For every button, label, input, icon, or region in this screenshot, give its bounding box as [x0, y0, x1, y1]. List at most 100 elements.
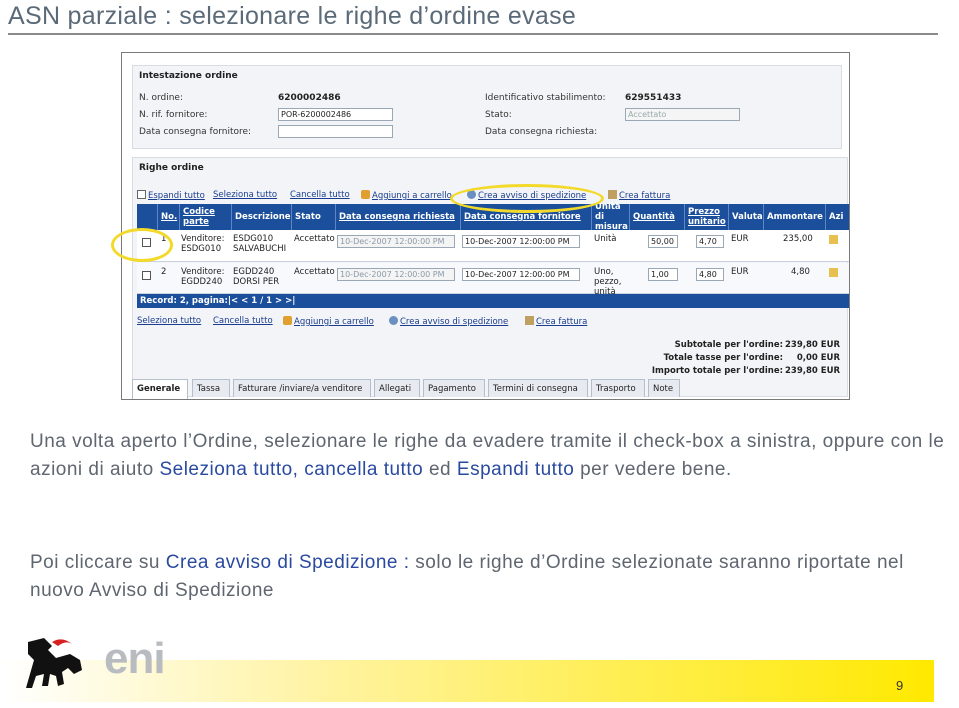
cart-icon — [283, 316, 292, 325]
site-id-label: Identificativo stabilimento: — [485, 93, 606, 103]
order-header-title: Intestazione ordine — [139, 71, 238, 81]
col-part-code[interactable]: Codice parte — [179, 204, 231, 230]
title-divider — [8, 33, 938, 35]
slide-footer: eni 9 — [4, 632, 934, 704]
clear-all-link[interactable]: Cancella tutto — [290, 190, 350, 200]
order-screenshot: Intestazione ordine N. ordine: 620000248… — [121, 52, 850, 400]
tax-value: 0,00 EUR — [796, 353, 840, 363]
row-supplier-date-input[interactable]: 10-Dec-2007 12:00:00 PM — [462, 235, 580, 248]
tax-label: Totale tasse per l'ordine: — [663, 353, 783, 363]
detail-tabs: Generale Tassa Fatturare /inviare/a vend… — [132, 379, 842, 399]
site-id-value: 629551433 — [625, 93, 682, 103]
table-row: 2 Venditore: EGDD240 EGDD240 DORSI PER A… — [137, 263, 849, 297]
order-lines-panel: Righe ordine Espandi tutto Seleziona tut… — [132, 157, 849, 397]
create-invoice-label-bottom: Crea fattura — [536, 317, 588, 327]
shipment-icon — [389, 316, 398, 325]
total-value: 239,80 EUR — [785, 366, 841, 376]
row-qty-input[interactable]: 50,00 — [648, 235, 678, 248]
create-asn-label-bottom: Crea avviso di spedizione — [400, 317, 509, 327]
state-label: Stato: — [485, 110, 512, 120]
row-amount: 4,80 — [791, 267, 810, 277]
select-all-link[interactable]: Seleziona tutto — [213, 190, 277, 200]
checkbox-icon — [137, 190, 146, 199]
tab-fatturare[interactable]: Fatturare /inviare/a venditore — [233, 379, 371, 397]
p1-text-c: per vedere bene. — [574, 459, 732, 480]
row-state: Accettato — [294, 267, 335, 277]
p1-highlight-select-clear: Seleziona tutto, cancella tutto — [159, 459, 424, 480]
col-qty[interactable]: Quantità — [629, 204, 684, 230]
tab-note[interactable]: Note — [648, 379, 680, 397]
p2-highlight-create-asn: Crea avviso di Spedizione : — [165, 552, 410, 573]
create-asn-link[interactable]: Crea avviso di spedizione — [467, 190, 586, 201]
cart-icon — [361, 190, 370, 199]
row-price-input[interactable]: 4,70 — [696, 235, 724, 248]
shipment-icon — [467, 190, 476, 199]
invoice-icon — [608, 190, 617, 199]
col-actions: Azi — [825, 204, 849, 230]
six-legged-dog-logo-icon — [26, 638, 82, 688]
order-header-panel: Intestazione ordine N. ordine: 620000248… — [132, 65, 842, 149]
supplier-ref-label: N. rif. fornitore: — [139, 110, 208, 120]
p1-highlight-expand: Espandi tutto — [456, 459, 575, 480]
supplier-ref-input[interactable]: POR-6200002486 — [278, 108, 393, 121]
edit-icon[interactable] — [829, 268, 838, 277]
create-asn-link-bottom[interactable]: Crea avviso di spedizione — [389, 316, 508, 327]
row-supplier-date-input[interactable]: 10-Dec-2007 12:00:00 PM — [462, 268, 580, 281]
tab-termini-consegna[interactable]: Termini di consegna — [488, 379, 588, 397]
tab-allegati[interactable]: Allegati — [374, 379, 420, 397]
order-lines-title: Righe ordine — [139, 163, 204, 173]
tab-generale[interactable]: Generale — [132, 379, 188, 399]
row-price-input[interactable]: 4,80 — [696, 268, 724, 281]
col-state: Stato — [291, 204, 335, 230]
select-all-link-bottom[interactable]: Seleziona tutto — [137, 316, 201, 326]
row-checkbox[interactable] — [142, 238, 151, 247]
eni-wordmark: eni — [104, 634, 166, 683]
add-to-cart-link[interactable]: Aggiungi a carrello — [361, 190, 452, 201]
add-to-cart-link-bottom[interactable]: Aggiungi a carrello — [283, 316, 374, 327]
create-invoice-link-bottom[interactable]: Crea fattura — [525, 316, 587, 327]
col-req-date[interactable]: Data consegna richiesta — [335, 204, 460, 230]
tab-trasporto[interactable]: Trasporto — [591, 379, 645, 397]
slide-title: ASN parziale : selezionare le righe d’or… — [8, 2, 577, 30]
row-qty-input[interactable]: 1,00 — [648, 268, 678, 281]
col-uom: Unità di misura — [591, 202, 629, 232]
invoice-icon — [525, 316, 534, 325]
lines-table-header: No. Codice parte Descrizione Stato Data … — [137, 202, 849, 232]
total-label: Importo totale per l'ordine: — [651, 366, 783, 376]
row-currency: EUR — [731, 234, 749, 244]
row-description: EGDD240 DORSI PER — [233, 267, 280, 287]
tab-pagamento[interactable]: Pagamento — [423, 379, 485, 397]
ship-date-label: Data consegna fornitore: — [139, 127, 252, 137]
p2-text-a: Poi cliccare su — [30, 552, 166, 573]
edit-icon[interactable] — [829, 235, 838, 244]
col-unit-price[interactable]: Prezzo unitario — [684, 204, 728, 230]
table-row: 1 Venditore: ESDG010 ESDG010 SALVABUCHI … — [137, 230, 849, 262]
tab-tassa[interactable]: Tassa — [192, 379, 230, 397]
instruction-paragraph-2: Poi cliccare su Crea avviso di Spedizion… — [30, 549, 950, 605]
ship-date-input[interactable] — [278, 125, 393, 138]
req-date-label: Data consegna richiesta: — [485, 127, 598, 137]
order-no-label: N. ordine: — [139, 93, 183, 103]
row-description: ESDG010 SALVABUCHI — [233, 234, 287, 254]
row-checkbox[interactable] — [142, 271, 151, 280]
expand-all-link[interactable]: Espandi tutto — [137, 190, 205, 201]
add-to-cart-label: Aggiungi a carrello — [372, 191, 452, 201]
row-amount: 235,00 — [783, 234, 813, 244]
col-supplier-date[interactable]: Data consegna fornitore — [460, 204, 591, 230]
create-invoice-link[interactable]: Crea fattura — [608, 190, 670, 201]
p1-text-b: ed — [423, 459, 457, 480]
row-part-code: Venditore: ESDG010 — [181, 234, 225, 254]
row-req-date-field: 10-Dec-2007 12:00:00 PM — [337, 235, 455, 248]
clear-all-link-bottom[interactable]: Cancella tutto — [213, 316, 273, 326]
col-no[interactable]: No. — [157, 204, 179, 230]
row-no: 1 — [161, 234, 167, 244]
instruction-paragraph-1: Una volta aperto l’Ordine, selezionare l… — [30, 428, 950, 484]
state-field: Accettato — [625, 108, 740, 121]
row-state: Accettato — [294, 234, 335, 244]
row-uom: Uno, pezzo, unità — [594, 267, 622, 297]
record-pager[interactable]: Record: 2, pagina:|< < 1 / 1 > >| — [137, 294, 849, 308]
subtotal-label: Subtotale per l'ordine: — [674, 340, 783, 350]
create-invoice-label: Crea fattura — [619, 191, 671, 201]
page-number: 9 — [896, 678, 904, 693]
row-uom: Unità — [594, 234, 617, 244]
